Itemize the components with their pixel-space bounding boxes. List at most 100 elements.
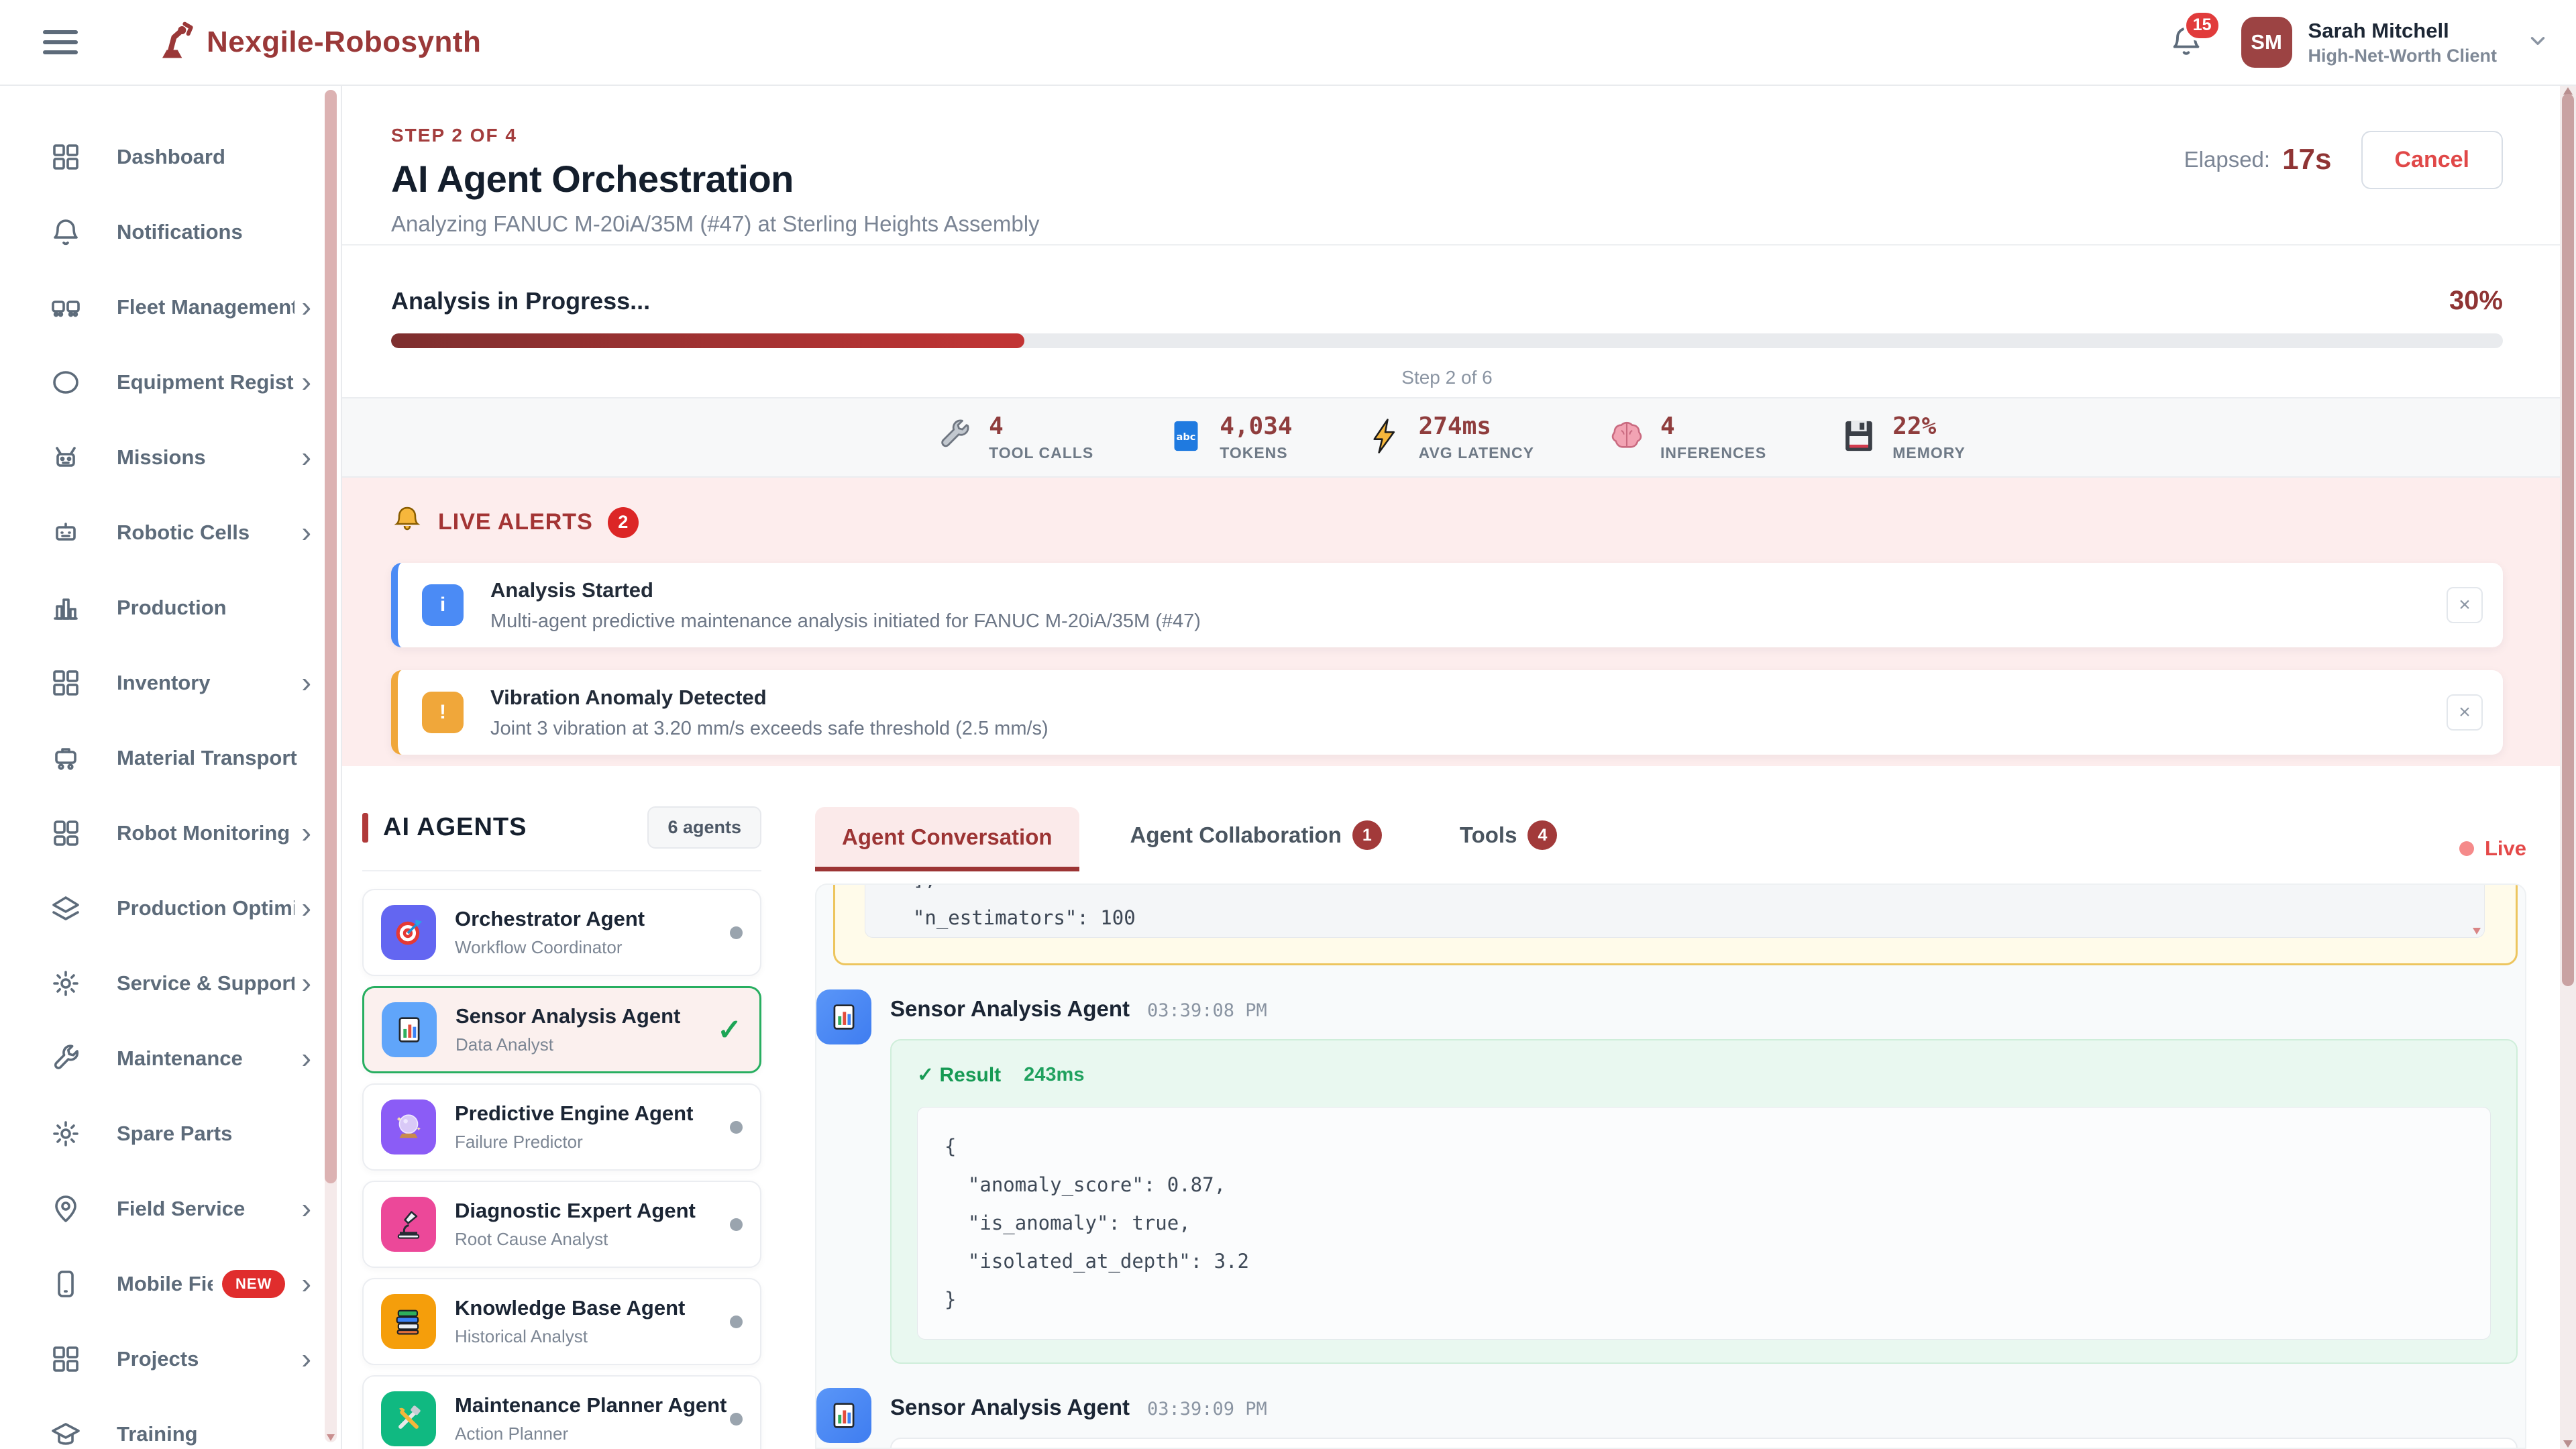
sidebar-item-robot-monitoring[interactable]: Robot Monitoring›	[0, 796, 341, 871]
sidebar-item-dashboard[interactable]: Dashboard	[0, 119, 341, 195]
alert-warning-icon: !	[422, 692, 464, 733]
main-content: STEP 2 OF 4 AI Agent Orchestration Analy…	[342, 86, 2560, 1449]
robot2-icon	[50, 517, 82, 549]
page-scrollbar-thumb[interactable]	[2562, 94, 2574, 986]
grad-icon	[50, 1418, 82, 1449]
bolt-icon	[1366, 417, 1404, 458]
page-scrollbar[interactable]	[2560, 86, 2576, 1449]
agent-name: Diagnostic Expert Agent	[455, 1199, 730, 1223]
result-status: ✓ Result	[917, 1063, 1001, 1087]
progress-percent: 30%	[2449, 286, 2503, 316]
agent-card-diagnostic-expert-agent[interactable]: Diagnostic Expert AgentRoot Cause Analys…	[362, 1181, 761, 1268]
stat-label: AVG LATENCY	[1419, 444, 1534, 462]
agent-name: Sensor Analysis Agent	[455, 1004, 717, 1028]
stat-value: 22%	[1892, 413, 1966, 440]
sidebar-item-label: Production Optimization	[117, 896, 294, 920]
code-scrollbar[interactable]	[2472, 883, 2481, 934]
sidebar-item-maintenance[interactable]: Maintenance›	[0, 1021, 341, 1096]
agent-card-predictive-engine-agent[interactable]: Predictive Engine AgentFailure Predictor	[362, 1083, 761, 1171]
alert-card-analysis-started: iAnalysis StartedMulti-agent predictive …	[391, 563, 2503, 647]
progress-title: Analysis in Progress...	[391, 287, 650, 315]
elapsed-label: Elapsed:	[2184, 147, 2270, 172]
sidebar-item-label: Dashboard	[117, 145, 311, 169]
chevron-right-icon: ›	[301, 1344, 311, 1374]
live-dot-icon	[2459, 841, 2474, 856]
sidebar-item-fleet-management[interactable]: Fleet Management›	[0, 270, 341, 345]
chevron-right-icon: ›	[301, 368, 311, 397]
sidebar-scrollbar[interactable]	[325, 90, 337, 1442]
scroll-down-arrow-icon	[327, 1434, 335, 1441]
result-card: ✓ Result 243ms { "anomaly_score": 0.87, …	[890, 1039, 2518, 1364]
cart-icon	[50, 742, 82, 774]
sidebar-item-production[interactable]: Production	[0, 570, 341, 645]
chevron-right-icon: ›	[301, 518, 311, 547]
agent-name: Knowledge Base Agent	[455, 1296, 730, 1320]
agent-role: Data Analyst	[455, 1034, 717, 1055]
stat-avg-latency: 274msAVG LATENCY	[1366, 413, 1534, 462]
stat-label: TOKENS	[1220, 444, 1292, 462]
alert-title: Analysis Started	[490, 578, 2447, 602]
user-role: High-Net-Worth Client	[2308, 46, 2497, 66]
conversation-panel: Agent Conversation Agent Collaboration1 To…	[778, 766, 2560, 1449]
menu-button[interactable]	[43, 24, 78, 60]
agent-card-maintenance-planner-agent[interactable]: Maintenance Planner AgentAction Planner	[362, 1375, 761, 1449]
sidebar-item-field-service[interactable]: Field Service›	[0, 1171, 341, 1246]
sidebar-item-mobile-field[interactable]: Mobile FieldNEW›	[0, 1246, 341, 1322]
alert-info-icon: i	[422, 584, 464, 626]
sun-icon	[50, 967, 82, 1000]
alert-bell-icon	[391, 504, 423, 540]
sidebar-item-training[interactable]: Training	[0, 1397, 341, 1449]
sidebar-item-label: Service & Support	[117, 971, 294, 996]
books-agent-icon	[381, 1294, 436, 1349]
progress-section: Analysis in Progress... 30% Step 2 of 6	[342, 246, 2560, 397]
grid-icon	[50, 1343, 82, 1375]
agent-conversation-area[interactable]: ], "n_estimators": 100	[815, 883, 2526, 1449]
sidebar-item-label: Robotic Cells	[117, 521, 294, 545]
live-alerts-section: LIVE ALERTS 2 iAnalysis StartedMulti-age…	[342, 478, 2560, 766]
notifications-button[interactable]: 15	[2169, 23, 2204, 62]
sidebar-item-label: Missions	[117, 445, 294, 470]
sensor-agent-avatar	[816, 1388, 871, 1443]
sidebar-item-label: Field Service	[117, 1197, 294, 1221]
agent-card-sensor-analysis-agent[interactable]: Sensor Analysis AgentData Analyst✓	[362, 986, 761, 1073]
sidebar-item-production-optimization[interactable]: Production Optimization›	[0, 871, 341, 946]
sidebar-item-label: Fleet Management	[117, 295, 294, 319]
sidebar-item-robotic-cells[interactable]: Robotic Cells ›	[0, 495, 341, 570]
alert-dismiss-button[interactable]: ×	[2447, 694, 2483, 731]
sidebar-item-notifications[interactable]: Notifications	[0, 195, 341, 270]
live-alerts-count-badge: 2	[608, 507, 639, 538]
sidebar-item-projects[interactable]: Projects ›	[0, 1322, 341, 1397]
bars-icon	[50, 592, 82, 624]
stat-tool-calls: 4TOOL CALLS	[936, 413, 1093, 462]
alert-dismiss-button[interactable]: ×	[2447, 587, 2483, 623]
elapsed-value: 17s	[2282, 143, 2331, 176]
analysis-summary-card: Sensor Analysis Complete I've analyzed 2…	[890, 1438, 2518, 1449]
result-code-block[interactable]: { "anomaly_score": 0.87, "is_anomaly": t…	[917, 1107, 2491, 1340]
sidebar-item-inventory[interactable]: Inventory›	[0, 645, 341, 720]
sidebar-scrollbar-thumb[interactable]	[325, 90, 337, 1183]
sidebar-item-equipment-registry[interactable]: Equipment Registry›	[0, 345, 341, 420]
sidebar-item-material-transport[interactable]: Material Transport	[0, 720, 341, 796]
code-block[interactable]: ], "n_estimators": 100	[865, 883, 2485, 938]
tokens-icon: abc	[1167, 417, 1205, 458]
sidebar-item-label: Production	[117, 596, 311, 620]
agents-list: Orchestrator AgentWorkflow Coordinator Se…	[362, 889, 761, 1449]
tab-agent-conversation[interactable]: Agent Conversation	[815, 807, 1079, 867]
tab-agent-collaboration[interactable]: Agent Collaboration1	[1104, 803, 1409, 867]
ai-agents-panel: AI AGENTS 6 agents Orchestrator AgentWor…	[342, 766, 778, 1449]
agent-role: Action Planner	[455, 1424, 730, 1444]
user-menu[interactable]: SM Sarah Mitchell High-Net-Worth Client	[2241, 17, 2549, 68]
agent-card-knowledge-base-agent[interactable]: Knowledge Base AgentHistorical Analyst	[362, 1278, 761, 1365]
sidebar-item-label: Projects	[117, 1347, 294, 1371]
sidebar-item-label: Mobile Field	[117, 1272, 213, 1296]
agent-card-orchestrator-agent[interactable]: Orchestrator AgentWorkflow Coordinator	[362, 889, 761, 976]
sidebar-item-service-support[interactable]: Service & Support›	[0, 946, 341, 1021]
stat-value: 4,034	[1220, 413, 1292, 440]
topbar-actions: 15 SM Sarah Mitchell High-Net-Worth Clie…	[2169, 17, 2549, 68]
message-timestamp: 03:39:09 PM	[1147, 1399, 1267, 1419]
tab-tools[interactable]: Tools4	[1433, 803, 1585, 867]
tabs-row: Agent Conversation Agent Collaboration1 To…	[815, 803, 2526, 867]
sidebar-item-spare-parts[interactable]: Spare Parts	[0, 1096, 341, 1171]
cancel-button[interactable]: Cancel	[2361, 131, 2504, 189]
sidebar-item-missions[interactable]: Missions›	[0, 420, 341, 495]
